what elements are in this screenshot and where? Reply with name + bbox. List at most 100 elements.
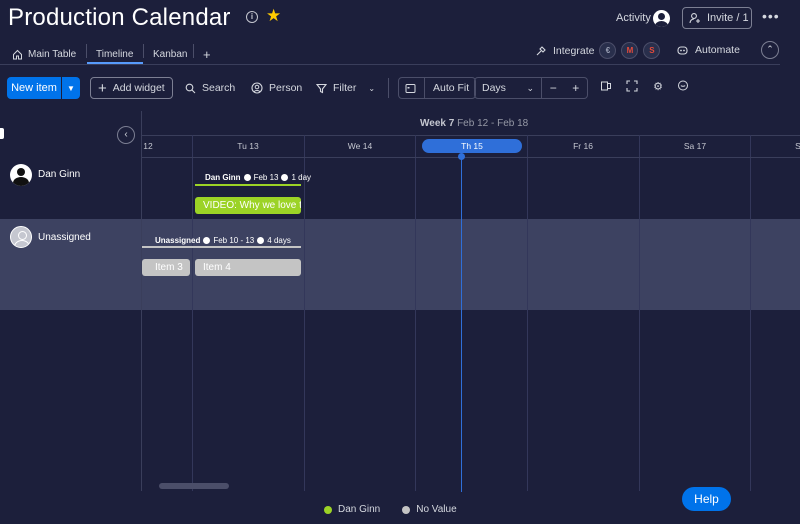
dot-icon bbox=[243, 174, 251, 181]
summary-name: Dan Ginn bbox=[205, 173, 241, 182]
day-divider bbox=[304, 135, 305, 491]
group-summary: Unassigned Feb 10 - 13 4 days bbox=[155, 236, 291, 245]
integrate-label: Integrate bbox=[553, 44, 595, 57]
zoom-in-button[interactable]: + bbox=[572, 81, 579, 95]
tab-label: Main Table bbox=[28, 48, 77, 60]
zoom-control: − + bbox=[542, 77, 588, 99]
gmail-icon: M bbox=[621, 42, 639, 59]
person-label: Person bbox=[269, 82, 303, 94]
week-number: Week 7 bbox=[420, 118, 455, 129]
summary-date: Feb 10 - 13 bbox=[213, 236, 255, 245]
legend-label: Dan Ginn bbox=[338, 504, 381, 515]
feedback-icon[interactable] bbox=[676, 80, 690, 94]
integrate-icon bbox=[536, 46, 546, 56]
invite-label: Invite / 1 bbox=[707, 12, 749, 24]
legend: Dan Ginn No Value bbox=[324, 504, 457, 515]
person-filter-button[interactable]: Person bbox=[251, 77, 302, 99]
day-label: We 14 bbox=[347, 141, 373, 151]
auto-fit-label: Auto Fit bbox=[433, 82, 470, 94]
new-item-label: New item bbox=[11, 82, 57, 94]
add-widget-label: Add widget bbox=[112, 82, 165, 94]
legend-dot bbox=[402, 505, 411, 514]
day-divider bbox=[415, 135, 416, 491]
star-icon[interactable]: ★ bbox=[266, 6, 281, 26]
filter-icon bbox=[316, 83, 327, 93]
summary-duration: 1 day bbox=[291, 173, 312, 182]
panel-handle[interactable] bbox=[0, 128, 4, 139]
day-header-divider bbox=[142, 157, 800, 158]
collapse-header-icon[interactable]: ⌃ bbox=[761, 41, 779, 59]
tab-timeline[interactable]: Timeline bbox=[96, 44, 133, 64]
person-icon bbox=[251, 82, 263, 94]
group-name[interactable]: Dan Ginn bbox=[38, 169, 80, 180]
avatar[interactable] bbox=[653, 10, 670, 27]
horizontal-scrollbar[interactable] bbox=[159, 483, 229, 489]
page-title: Production Calendar bbox=[8, 4, 231, 31]
dot-icon bbox=[257, 237, 265, 244]
day-divider bbox=[192, 135, 193, 491]
filter-button[interactable]: Filter ⌄ bbox=[316, 77, 375, 99]
day-divider bbox=[639, 135, 640, 491]
timeline-item[interactable]: Item 3 bbox=[142, 259, 190, 276]
summary-name: Unassigned bbox=[155, 236, 201, 245]
filter-label: Filter bbox=[333, 82, 357, 94]
add-person-icon bbox=[689, 13, 700, 24]
search-button[interactable]: Search bbox=[185, 77, 235, 99]
today-day-label: Th 15 bbox=[422, 139, 522, 153]
day-label: 12 bbox=[143, 141, 153, 151]
group-summary-bar bbox=[195, 184, 301, 186]
settings-icon[interactable]: ⚙ bbox=[651, 80, 665, 94]
tab-divider bbox=[193, 44, 194, 58]
timescale-value: Days bbox=[482, 82, 506, 94]
dot-icon bbox=[203, 237, 211, 244]
add-view-button[interactable]: + bbox=[203, 44, 211, 64]
calendar-app-icon: € bbox=[599, 42, 617, 59]
tabs-divider bbox=[0, 64, 780, 65]
day-label: Tu 13 bbox=[237, 141, 259, 151]
today-marker-line bbox=[461, 156, 462, 492]
timescale-select[interactable]: Days ⌄ bbox=[474, 77, 542, 99]
legend-dot bbox=[324, 505, 332, 514]
chevron-down-icon: ⌄ bbox=[526, 82, 534, 93]
group-name[interactable]: Unassigned bbox=[38, 232, 91, 243]
auto-fit-button[interactable]: Auto Fit bbox=[398, 77, 477, 99]
integrate-button[interactable]: Integrate € M S bbox=[535, 42, 661, 59]
calendar-fit-icon bbox=[405, 83, 416, 93]
info-icon[interactable]: i bbox=[246, 11, 258, 23]
search-label: Search bbox=[202, 82, 236, 94]
header-divider bbox=[142, 135, 800, 136]
summary-date: Feb 13 bbox=[253, 173, 279, 182]
tab-kanban[interactable]: Kanban bbox=[153, 44, 187, 64]
help-button[interactable]: Help bbox=[682, 487, 731, 511]
chevron-down-icon[interactable]: ▼ bbox=[61, 77, 80, 99]
day-label: Fr 16 bbox=[573, 141, 593, 151]
automate-button[interactable]: Automate bbox=[676, 44, 740, 56]
fullscreen-icon[interactable] bbox=[625, 80, 639, 94]
day-divider bbox=[750, 135, 751, 491]
zoom-out-button[interactable]: − bbox=[550, 81, 557, 95]
automate-label: Automate bbox=[695, 44, 740, 56]
tab-label: Kanban bbox=[153, 48, 188, 60]
home-icon bbox=[13, 49, 22, 59]
add-widget-button[interactable]: + Add widget bbox=[90, 77, 173, 99]
activity-link[interactable]: Activity bbox=[616, 12, 651, 24]
export-icon[interactable] bbox=[599, 80, 613, 94]
more-options-icon[interactable]: ••• bbox=[762, 8, 780, 24]
summary-duration: 4 days bbox=[267, 236, 291, 245]
chevron-down-icon[interactable]: ⌄ bbox=[368, 84, 375, 93]
day-label: Sa 17 bbox=[683, 141, 707, 151]
tab-divider bbox=[86, 44, 87, 58]
timeline-item[interactable]: VIDEO: Why we love t bbox=[195, 197, 301, 214]
toolbar-divider bbox=[388, 78, 389, 98]
new-item-button[interactable]: New item ▼ bbox=[7, 77, 80, 99]
invite-button[interactable]: Invite / 1 bbox=[682, 7, 752, 29]
today-marker-dot bbox=[458, 153, 465, 160]
legend-label: No Value bbox=[416, 504, 457, 515]
robot-icon bbox=[677, 46, 688, 55]
plus-icon: + bbox=[98, 79, 107, 97]
group-summary: Dan Ginn Feb 13 1 day bbox=[205, 173, 311, 182]
day-divider bbox=[527, 135, 528, 491]
timeline-item[interactable]: Item 4 bbox=[195, 259, 301, 276]
tab-main-table[interactable]: Main Table bbox=[12, 44, 76, 64]
unassigned-avatar bbox=[10, 226, 32, 248]
